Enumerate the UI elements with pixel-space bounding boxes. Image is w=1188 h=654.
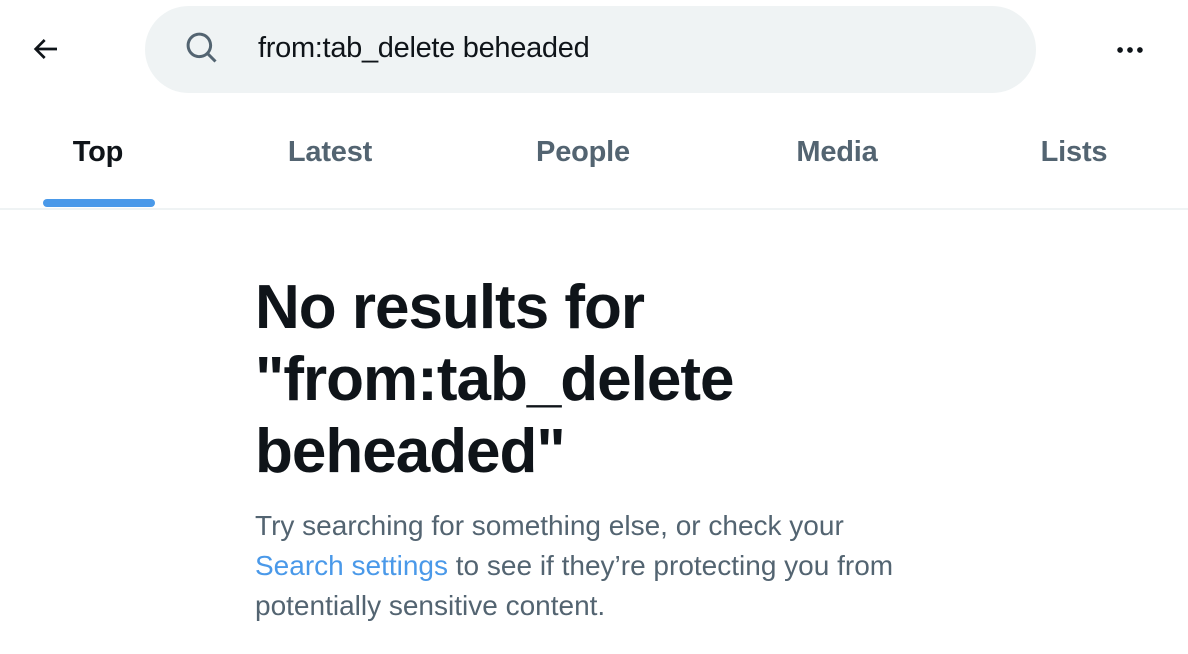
title-line: "from:tab_delete <box>255 345 734 414</box>
title-line: beheaded" <box>255 417 566 486</box>
tab-label: Top <box>72 136 124 168</box>
tab-latest[interactable]: Latest <box>232 100 428 209</box>
empty-state-description: Try searching for something else, or che… <box>255 506 915 626</box>
empty-state: No results for "from:tab_delete beheaded… <box>255 272 955 626</box>
back-button[interactable] <box>17 21 73 77</box>
search-settings-link[interactable]: Search settings <box>255 550 448 581</box>
search-input[interactable] <box>258 26 998 70</box>
active-tab-indicator <box>43 199 155 207</box>
tab-label: Latest <box>287 136 373 168</box>
tabs-divider <box>0 208 1188 210</box>
description-prefix: Try searching for something else, or che… <box>255 510 844 541</box>
ellipsis-icon <box>1117 47 1143 53</box>
tab-label: People <box>536 136 630 168</box>
top-bar <box>0 0 1188 100</box>
search-icon <box>186 32 217 63</box>
arrow-left-icon <box>33 39 57 59</box>
search-tabs: Top Latest People Media Lists <box>0 100 1188 209</box>
tab-media[interactable]: Media <box>739 100 935 209</box>
tab-label: Media <box>796 136 878 168</box>
tab-lists[interactable]: Lists <box>976 100 1172 209</box>
empty-state-title: No results for "from:tab_delete beheaded… <box>255 272 955 488</box>
tab-people[interactable]: People <box>485 100 681 209</box>
more-options-button[interactable] <box>1102 22 1158 78</box>
tab-label: Lists <box>1040 136 1108 168</box>
title-line: No results for <box>255 273 645 342</box>
tab-top[interactable]: Top <box>0 100 196 209</box>
